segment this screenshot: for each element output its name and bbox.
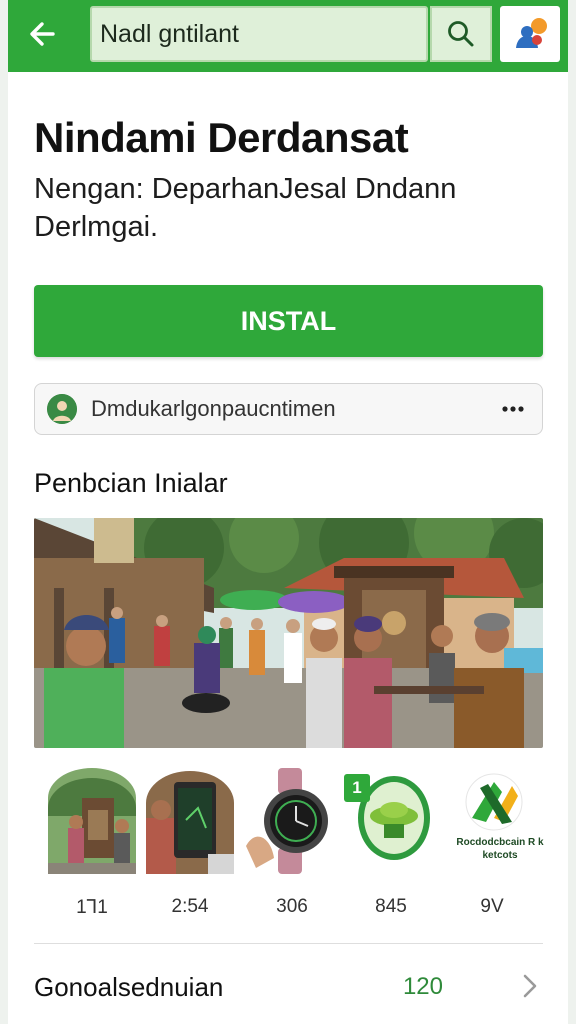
thumbnail-1-value: 1Ꞁ1 — [76, 897, 108, 918]
footer-row-label: Gonoalsednuian — [34, 972, 224, 1002]
avatar-icon — [516, 18, 547, 48]
brand-logo-thumbnail-image — [465, 773, 523, 831]
hero-screenshot[interactable] — [34, 518, 543, 748]
brand-logo-caption: Rocdodcbcain R k ketcots — [456, 837, 544, 861]
developer-name: Dmdukarlgonpaucntimen — [91, 396, 336, 421]
thumbnail-2-value: 2:54 — [171, 896, 209, 917]
app-subtitle: Nengan: DeparhanJesal Dndann Derlmgai. — [34, 173, 457, 243]
section-title: Penbcian Inialar — [34, 468, 228, 498]
frame-left — [0, 0, 8, 1024]
thumbnail-1[interactable] — [48, 768, 136, 874]
footer-row-value: 120 — [402, 973, 443, 1000]
app-title: Nindami Derdansat — [34, 114, 409, 161]
frame-right — [568, 0, 576, 1024]
thumbnail-strip: 1 Rocdodcbcain R k ketcots — [34, 768, 546, 878]
search-button[interactable] — [430, 6, 492, 62]
search-icon — [448, 21, 474, 47]
phone-thumbnail-image — [146, 771, 234, 874]
developer-logo-icon — [47, 394, 77, 424]
thumbnail-2[interactable] — [146, 768, 234, 874]
account-button[interactable] — [500, 6, 560, 62]
smartwatch-thumbnail-image — [246, 768, 328, 874]
footer-list-row[interactable]: Gonoalsednuian 120 — [34, 960, 543, 1012]
thumbnail-badge: 1 — [352, 778, 362, 797]
thumbnail-5[interactable]: Rocdodcbcain R k ketcots — [454, 768, 546, 874]
developer-avatar — [47, 394, 77, 424]
thumbnail-4-value: 845 — [375, 896, 407, 917]
top-app-bar: Nadl gntilant — [8, 0, 568, 72]
kiosk-thumbnail-image — [48, 768, 136, 874]
divider — [34, 943, 543, 944]
thumbnail-values: 1Ꞁ1 2:54 306 845 9V — [34, 896, 543, 922]
more-horizontal-icon — [502, 406, 524, 412]
thumbnail-3[interactable] — [246, 768, 334, 874]
back-button[interactable] — [22, 14, 62, 54]
search-input[interactable]: Nadl gntilant — [90, 6, 428, 62]
chevron-right-icon — [517, 970, 543, 1002]
more-button[interactable] — [496, 392, 530, 426]
developer-row[interactable]: Dmdukarlgonpaucntimen — [34, 383, 543, 435]
thumbnail-4[interactable]: 1 — [344, 768, 432, 874]
install-button-label: INSTAL — [240, 305, 337, 336]
arrow-left-icon — [30, 22, 55, 46]
search-input-value: Nadl gntilant — [100, 19, 239, 48]
village-scene-image — [34, 518, 543, 748]
thumbnail-5-value: 9V — [480, 896, 504, 917]
install-button[interactable]: INSTAL — [34, 285, 543, 357]
thumbnail-3-value: 306 — [276, 896, 308, 917]
